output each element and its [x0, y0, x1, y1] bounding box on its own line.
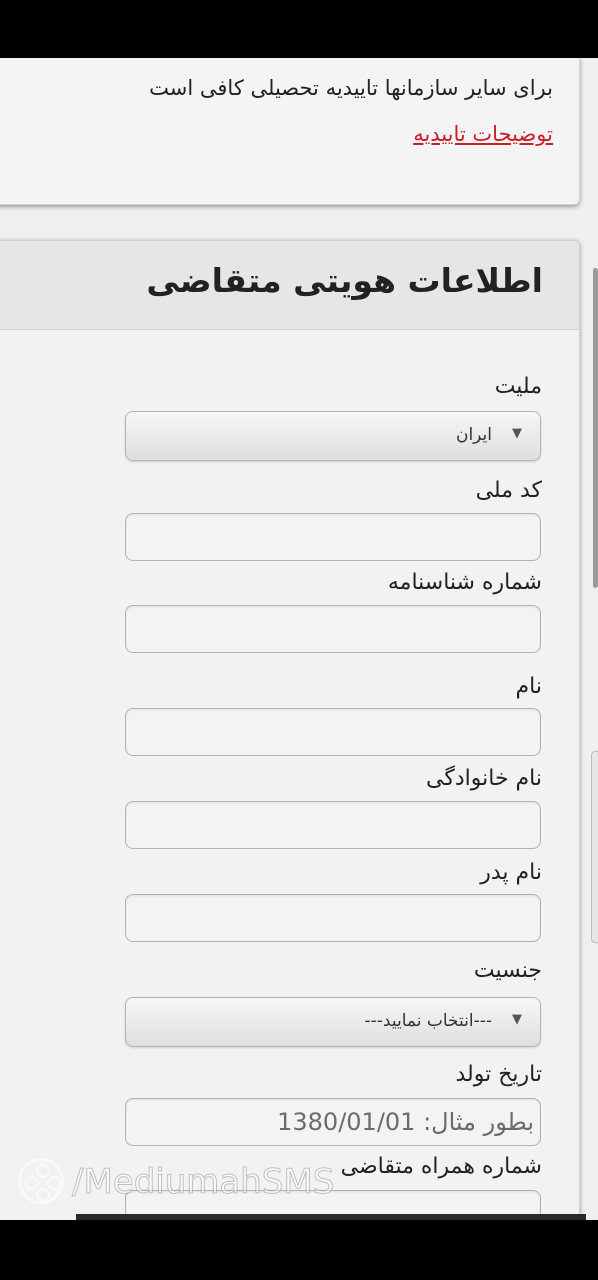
approval-info-card: برای سایر سازمانها تاییدیه تحصیلی کافی ا… [0, 58, 580, 205]
screen: برای سایر سازمانها تاییدیه تحصیلی کافی ا… [0, 58, 598, 1220]
last-name-input[interactable] [125, 801, 541, 849]
national-code-input[interactable] [125, 513, 541, 561]
national-code-label: کد ملی [475, 478, 542, 503]
gender-label: جنسیت [473, 958, 542, 983]
bottom-scroll-bar [76, 1214, 586, 1220]
first-name-label: نام [515, 674, 542, 699]
card-title: اطلاعات هویتی متقاضی [146, 261, 543, 300]
id-number-input[interactable] [125, 605, 541, 653]
id-number-label: شماره شناسنامه [387, 570, 542, 595]
gender-value: ---انتخاب نمایید--- [364, 1011, 492, 1031]
nationality-select[interactable]: ▼ ایران [125, 411, 541, 461]
first-name-input[interactable] [125, 708, 541, 756]
father-name-label: نام پدر [480, 860, 542, 885]
birth-date-label: تاریخ تولد [455, 1062, 542, 1087]
approval-details-link[interactable]: توضیحات تاییدیه [413, 122, 553, 146]
father-name-input[interactable] [125, 894, 541, 942]
triangle-down-icon: ▼ [512, 426, 522, 441]
nationality-label: ملیت [494, 374, 542, 399]
gender-select[interactable]: ▼ ---انتخاب نمایید--- [125, 997, 541, 1047]
watermark-text: /MediumahSMS [71, 1162, 335, 1203]
nationality-value: ایران [455, 425, 492, 445]
scrollbar-thumb[interactable] [593, 268, 598, 588]
film-reel-icon [18, 1158, 64, 1204]
card-header: اطلاعات هویتی متقاضی [0, 241, 579, 330]
approval-info-text: برای سایر سازمانها تاییدیه تحصیلی کافی ا… [149, 76, 553, 100]
birth-date-placeholder: بطور مثال: 1380/01/01 [277, 1108, 534, 1136]
watermark: /MediumahSMS [18, 1158, 408, 1208]
triangle-down-icon: ▼ [512, 1012, 522, 1027]
last-name-label: نام خانوادگی [426, 766, 542, 791]
birth-date-input[interactable]: بطور مثال: 1380/01/01 [125, 1098, 541, 1146]
side-edge-handle[interactable] [591, 751, 598, 943]
